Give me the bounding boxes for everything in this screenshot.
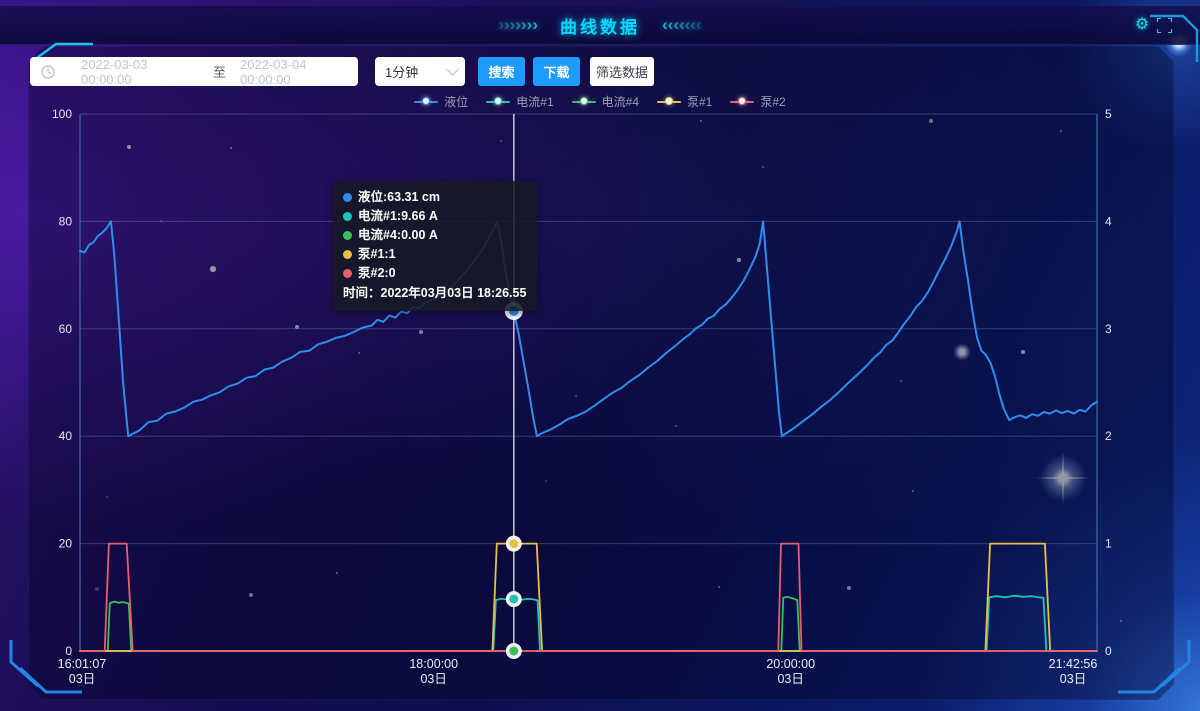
svg-text:0: 0	[65, 644, 72, 658]
tooltip-series-dot	[343, 231, 352, 240]
svg-text:3: 3	[1105, 322, 1112, 336]
series-电流#1	[80, 596, 1097, 651]
svg-text:5: 5	[1105, 107, 1112, 121]
curve-chart[interactable]: 02040608010001234516:01:0703日18:00:0003日…	[0, 0, 1200, 711]
tooltip-row: 泵#1:1	[343, 245, 526, 264]
svg-text:03日: 03日	[1060, 672, 1086, 686]
chart-tooltip: 液位:63.31 cm电流#1:9.66 A电流#4:0.00 A泵#1:1泵#…	[333, 181, 537, 311]
svg-text:80: 80	[59, 214, 73, 228]
svg-text:1: 1	[1105, 537, 1112, 551]
tooltip-row-text: 液位:63.31 cm	[358, 188, 440, 207]
tooltip-series-dot	[343, 250, 352, 259]
tooltip-series-dot	[343, 193, 352, 202]
tooltip-row-text: 泵#2:0	[358, 264, 396, 283]
svg-text:20: 20	[59, 537, 73, 551]
svg-text:03日: 03日	[777, 672, 803, 686]
series-泵#1	[80, 544, 1097, 651]
svg-text:18:00:00: 18:00:00	[409, 657, 458, 671]
x-axis-ticks: 16:01:0703日18:00:0003日20:00:0003日21:42:5…	[58, 657, 1098, 686]
svg-text:60: 60	[59, 322, 73, 336]
tooltip-row-text: 电流#4:0.00 A	[358, 226, 438, 245]
tooltip-row: 电流#4:0.00 A	[343, 226, 526, 245]
svg-text:100: 100	[52, 107, 72, 121]
svg-text:2: 2	[1105, 429, 1112, 443]
right-axis-ticks: 0 1 2 3 4 5	[1105, 107, 1112, 658]
svg-text:16:01:07: 16:01:07	[58, 657, 107, 671]
tooltip-row-text: 泵#1:1	[358, 245, 396, 264]
svg-text:03日: 03日	[420, 672, 446, 686]
chart-svg: 02040608010001234516:01:0703日18:00:0003日…	[0, 0, 1200, 711]
svg-text:20:00:00: 20:00:00	[766, 657, 815, 671]
svg-text:4: 4	[1105, 214, 1112, 228]
svg-text:03日: 03日	[69, 672, 95, 686]
tooltip-row: 液位:63.31 cm	[343, 188, 526, 207]
axis-lines	[80, 114, 1097, 651]
tooltip-row-text: 电流#1:9.66 A	[358, 207, 438, 226]
left-axis-ticks: 0 20 40 60 80 100	[52, 107, 72, 658]
svg-text:21:42:56: 21:42:56	[1049, 657, 1098, 671]
svg-text:40: 40	[59, 429, 73, 443]
series-泵#2	[80, 544, 1097, 651]
dashboard-background: ››››››› 曲线数据 ‹‹‹‹‹‹‹ ⚙ 2022-03-03 00:00:…	[0, 0, 1200, 711]
grid-lines	[80, 114, 1097, 544]
svg-text:0: 0	[1105, 644, 1112, 658]
tooltip-series-dot	[343, 212, 352, 221]
tooltip-row: 电流#1:9.66 A	[343, 207, 526, 226]
series-电流#4	[80, 597, 1097, 651]
tooltip-series-dot	[343, 269, 352, 278]
tooltip-time: 时间：2022年03月03日 18:26.55	[343, 284, 526, 303]
tooltip-row: 泵#2:0	[343, 264, 526, 283]
